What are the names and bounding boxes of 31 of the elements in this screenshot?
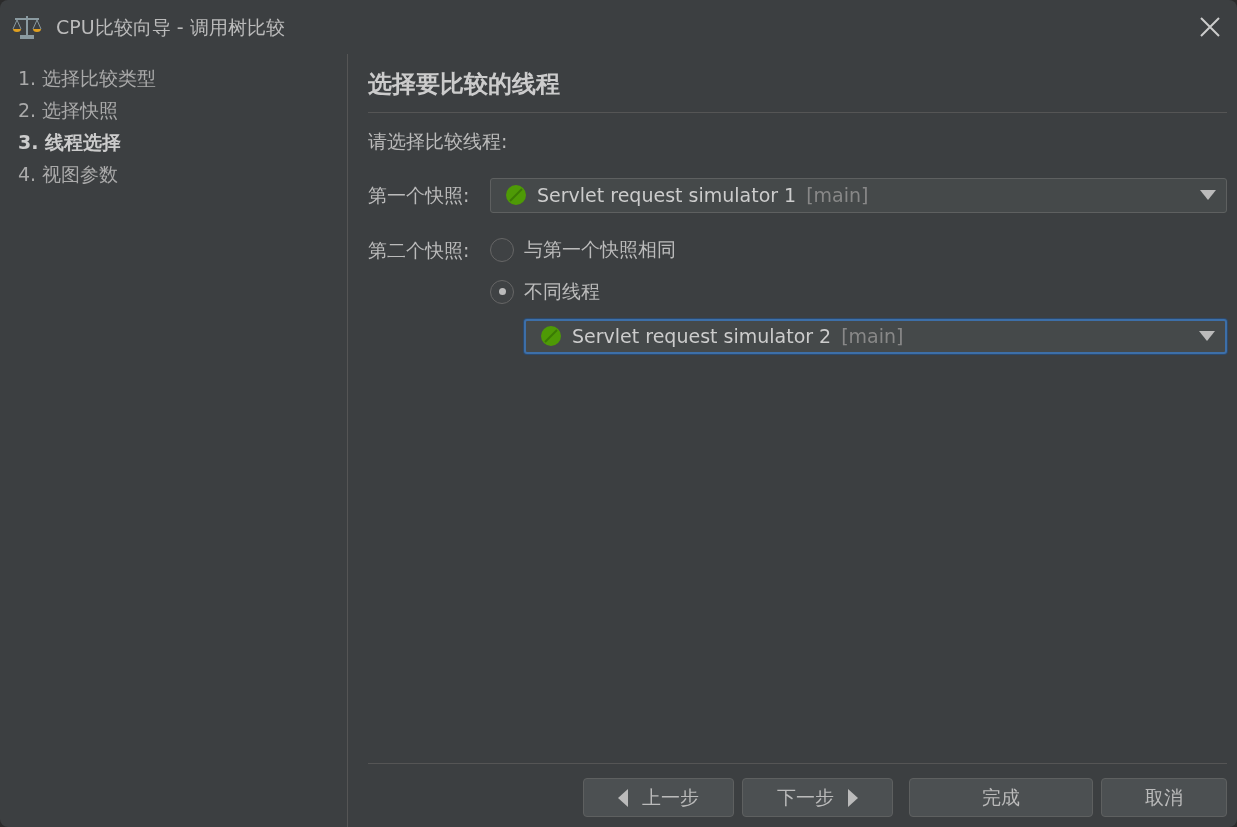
radio-button[interactable] xyxy=(490,237,514,262)
section-heading: 选择要比较的线程 xyxy=(368,54,1227,113)
wizard-step[interactable]: 2. 选择快照 xyxy=(18,94,119,126)
dropdown-arrow-icon xyxy=(1199,331,1215,341)
wizard-step[interactable]: 4. 视图参数 xyxy=(18,158,119,190)
radio-label: 与第一个快照相同 xyxy=(524,237,676,263)
left-arrow-icon xyxy=(618,788,628,807)
radio-button[interactable] xyxy=(490,279,514,304)
scales-icon xyxy=(12,14,42,40)
thread-dropdown[interactable]: Servlet request simulator 2 [main] xyxy=(524,318,1227,354)
thread-group-label: [main] xyxy=(841,323,904,349)
right-arrow-icon xyxy=(848,788,858,807)
wizard-step[interactable]: 3. 线程选择 xyxy=(18,126,122,158)
thread-group-label: [main] xyxy=(806,182,869,208)
wizard-button[interactable]: 上一步 xyxy=(583,778,734,817)
field-label: 第二个快照: xyxy=(368,237,471,263)
thread-dropdown[interactable]: Servlet request simulator 1 [main] xyxy=(490,177,1227,213)
thread-status-icon xyxy=(505,184,527,206)
dropdown-value: Servlet request simulator 2 xyxy=(572,323,832,349)
wizard-button[interactable]: 下一步 xyxy=(742,778,893,817)
wizard-button[interactable]: 完成 xyxy=(909,778,1093,817)
instruction-text: 请选择比较线程: xyxy=(368,129,509,154)
radio-label: 不同线程 xyxy=(524,279,600,305)
field-label: 第一个快照: xyxy=(368,182,471,208)
dropdown-value: Servlet request simulator 1 xyxy=(537,182,797,208)
window-title: CPU比较向导 - 调用树比较 xyxy=(56,14,285,40)
dropdown-arrow-icon xyxy=(1200,190,1216,200)
wizard-step[interactable]: 1. 选择比较类型 xyxy=(18,62,157,94)
thread-status-icon xyxy=(540,325,562,347)
close-icon xyxy=(1199,16,1221,38)
wizard-button[interactable]: 取消 xyxy=(1101,778,1227,817)
